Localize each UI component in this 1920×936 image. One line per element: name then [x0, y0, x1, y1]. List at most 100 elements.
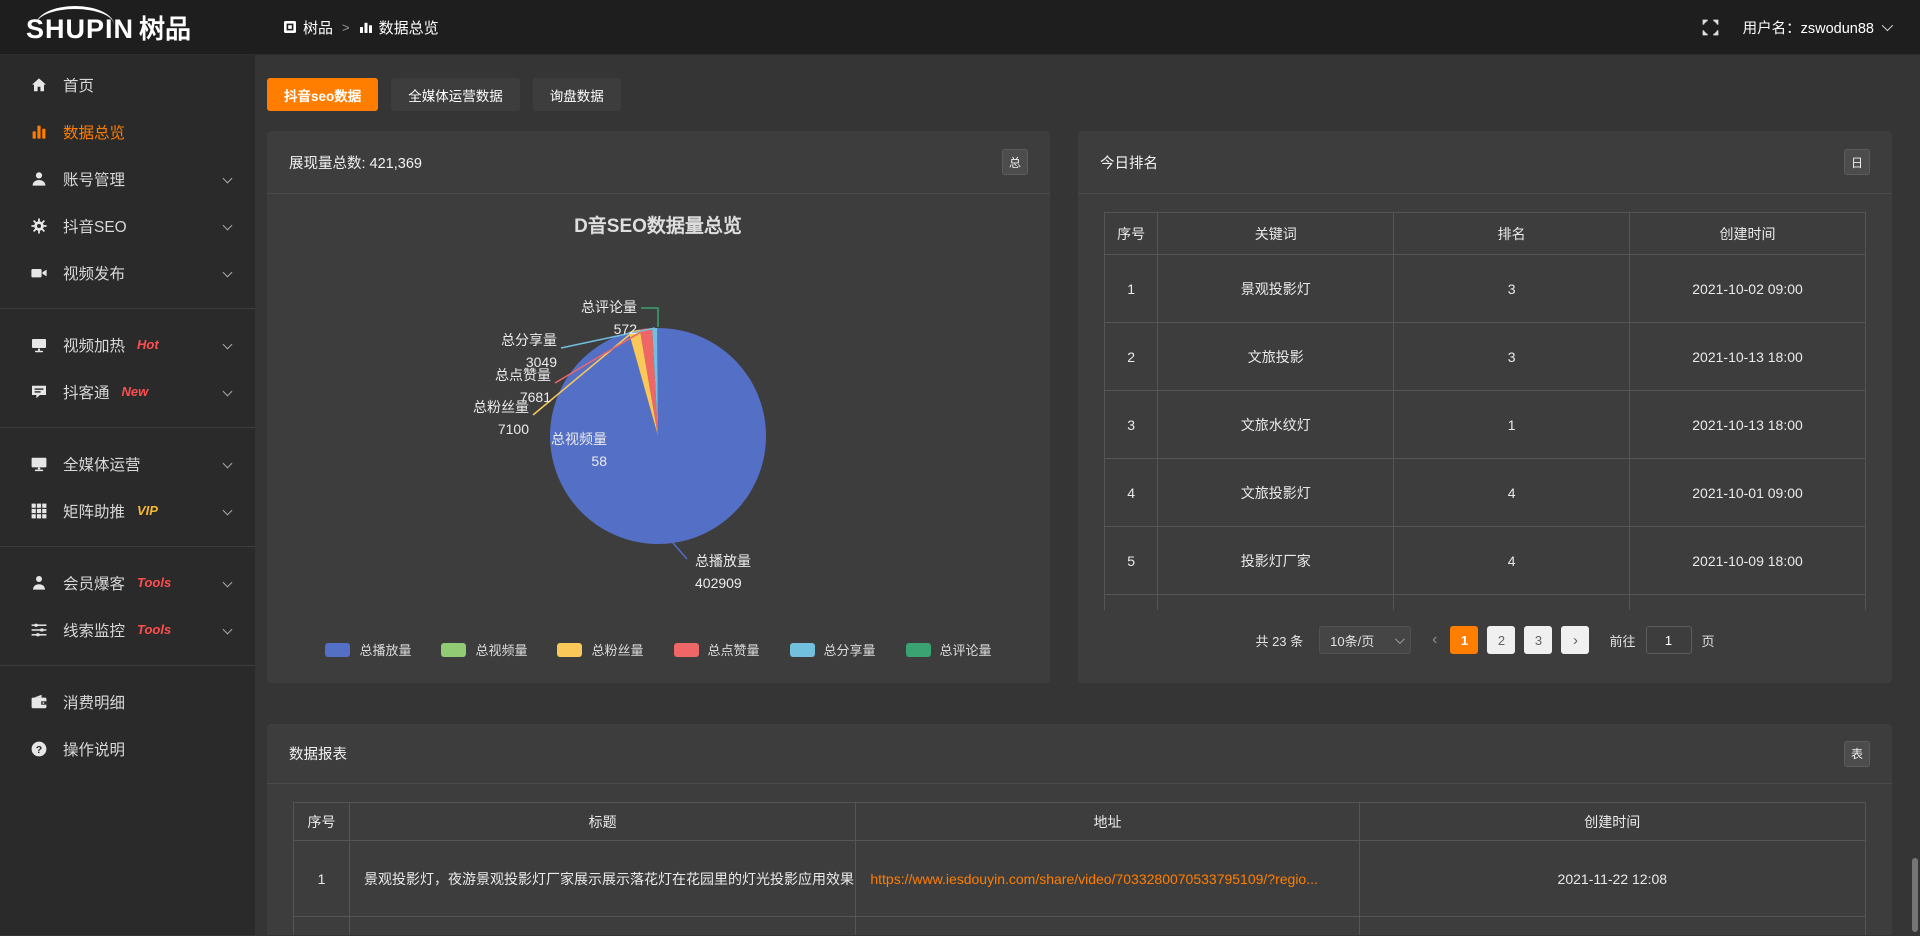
legend-item-总评论量[interactable]: 总评论量: [906, 640, 992, 659]
username-label: 用户名：zswodun88: [1743, 17, 1874, 38]
sidebar-item-video-heat[interactable]: 视频加热 Hot: [0, 321, 255, 368]
prev-page-button[interactable]: ‹: [1429, 631, 1440, 649]
day-badge-button[interactable]: 日: [1844, 149, 1870, 175]
cell-keyword: 文旅投影: [1158, 323, 1394, 391]
legend-label: 总播放量: [359, 640, 411, 659]
page-button-3[interactable]: 3: [1524, 626, 1552, 654]
page-size-select[interactable]: 10条/页: [1319, 626, 1411, 654]
chevron-down-icon: [223, 459, 233, 469]
breadcrumb-root[interactable]: 树品: [283, 17, 333, 38]
hot-badge: Hot: [137, 337, 159, 352]
sidebar-item-instructions[interactable]: ? 操作说明: [0, 725, 255, 772]
next-page-button[interactable]: ›: [1561, 626, 1589, 654]
report-card: 数据报表 表 序号 标题 地址 创建时间: [267, 724, 1892, 935]
sidebar-item-data-overview[interactable]: 数据总览: [0, 108, 255, 155]
col-header-created: 创建时间: [1359, 803, 1865, 841]
chevron-down-icon: [223, 268, 233, 278]
chevron-down-icon: [223, 340, 233, 350]
tab-inquiry-data[interactable]: 询盘数据: [533, 78, 621, 111]
sidebar-item-douyin-seo[interactable]: 抖音SEO: [0, 202, 255, 249]
goto-page: 前往 页: [1609, 626, 1714, 654]
table-badge-button[interactable]: 表: [1844, 741, 1870, 767]
sidebar-item-label: 操作说明: [63, 738, 125, 760]
cell-index: 2: [1105, 323, 1158, 391]
chart-title: D音SEO数据量总览: [574, 214, 742, 237]
impressions-card-header: 展现量总数: 421,369 总: [267, 131, 1050, 194]
main-content: 抖音seo数据 全媒体运营数据 询盘数据 展现量总数: 421,369 总 D音…: [255, 55, 1920, 935]
legend-swatch: [325, 643, 350, 657]
cell-created: 2021-11-22 12:08: [1359, 841, 1865, 917]
sidebar-item-doketong[interactable]: 抖客通 New: [0, 368, 255, 415]
sidebar-item-video-publish[interactable]: 视频发布: [0, 249, 255, 296]
goto-page-input[interactable]: [1646, 626, 1692, 654]
chevron-down-icon: [223, 506, 233, 516]
pie-label-value: 7100: [498, 421, 529, 437]
cell-title: 景观投影灯，夜游景观投影灯厂家展示展示落花灯在花园里的灯光投影应用效果 #: [350, 841, 856, 917]
pie-label-value: 58: [591, 453, 607, 469]
sidebar-item-lead-monitor[interactable]: 线索监控 Tools: [0, 606, 255, 653]
sidebar-item-label: 全媒体运营: [63, 453, 141, 475]
pie-label-value: 572: [614, 321, 638, 337]
table-row: 4 文旅投影灯 4 2021-10-01 09:00: [1105, 459, 1866, 527]
sidebar-item-member-burst[interactable]: 会员爆客 Tools: [0, 559, 255, 606]
pie-label-name: 总视频量: [551, 431, 607, 447]
sidebar-item-expense-detail[interactable]: 消费明细: [0, 678, 255, 725]
cell-keyword: 投影灯厂家: [1158, 527, 1394, 595]
report-table: 序号 标题 地址 创建时间 1 景观投影灯，夜游景观投影灯厂家展示展示落花灯在花…: [293, 802, 1866, 935]
tab-media-operation-data[interactable]: 全媒体运营数据: [391, 78, 520, 111]
table-header-row: 序号 关键词 排名 创建时间: [1105, 213, 1866, 255]
page-button-1[interactable]: 1: [1450, 626, 1478, 654]
page-buttons: 1 2 3 ›: [1450, 626, 1589, 654]
legend-swatch: [790, 643, 815, 657]
table-row: 3 文旅水纹灯 1 2021-10-13 18:00: [1105, 391, 1866, 459]
video-link[interactable]: https://www.iesdouyin.com/share/video/70…: [870, 871, 1318, 887]
ranking-table: 序号 关键词 排名 创建时间 1 景观投影灯 3 2021-10: [1104, 212, 1866, 610]
wallet-icon: [30, 693, 48, 711]
sidebar-divider: [0, 546, 255, 547]
gear-icon: [30, 217, 48, 235]
user-menu[interactable]: 用户名：zswodun88: [1743, 17, 1890, 38]
pie-label-name: 总评论量: [581, 299, 637, 315]
pie-label-value: 7681: [520, 389, 551, 405]
sidebar-divider: [0, 427, 255, 428]
table-header-row: 序号 标题 地址 创建时间: [294, 803, 1866, 841]
label-leader-line: [673, 543, 687, 559]
legend-swatch: [674, 643, 699, 657]
app-logo[interactable]: SHUPIN 树品: [0, 9, 255, 46]
sidebar-divider: [0, 308, 255, 309]
sidebar-item-account[interactable]: 账号管理: [0, 155, 255, 202]
ranking-card: 今日排名 日 序号 关键词 排名 创建时间: [1078, 131, 1892, 683]
legend-item-总视频量[interactable]: 总视频量: [441, 640, 527, 659]
cell-keyword: 景观投影灯: [1158, 255, 1394, 323]
sidebar-item-media-operation[interactable]: 全媒体运营: [0, 440, 255, 487]
legend-item-总播放量[interactable]: 总播放量: [325, 640, 411, 659]
fullscreen-icon[interactable]: [1702, 19, 1719, 36]
pie-label-value: 402909: [695, 575, 742, 591]
pagination-total: 共 23 条: [1255, 631, 1303, 650]
legend-label: 总点赞量: [708, 640, 760, 659]
sidebar-item-matrix-boost[interactable]: 矩阵助推 VIP: [0, 487, 255, 534]
member-icon: [30, 574, 48, 592]
logo-text-cn: 树品: [139, 9, 191, 46]
pie-label-name: 总分享量: [501, 332, 557, 348]
total-badge-button[interactable]: 总: [1002, 149, 1028, 175]
sidebar-item-label: 抖客通: [63, 381, 110, 403]
legend-item-总点赞量[interactable]: 总点赞量: [674, 640, 760, 659]
legend-item-总粉丝量[interactable]: 总粉丝量: [557, 640, 643, 659]
bar-chart-icon: [359, 20, 373, 34]
sidebar-item-label: 抖音SEO: [63, 215, 127, 237]
sidebar-item-home[interactable]: 首页: [0, 61, 255, 108]
legend-item-总分享量[interactable]: 总分享量: [790, 640, 876, 659]
question-icon: ?: [30, 740, 48, 758]
chevron-down-icon: [223, 174, 233, 184]
impressions-total-label: 展现量总数: 421,369: [289, 152, 422, 173]
col-header-rank: 排名: [1394, 213, 1630, 255]
sidebar-divider: [0, 665, 255, 666]
top-header: SHUPIN 树品 树品 > 数据总览 用户名：zswodun88: [0, 0, 1920, 55]
svg-text:?: ?: [36, 743, 42, 755]
page-button-2[interactable]: 2: [1487, 626, 1515, 654]
tab-douyin-seo-data[interactable]: 抖音seo数据: [267, 78, 378, 111]
legend-swatch: [906, 643, 931, 657]
scrollbar-thumb[interactable]: [1912, 858, 1918, 932]
breadcrumb-current[interactable]: 数据总览: [359, 17, 439, 38]
